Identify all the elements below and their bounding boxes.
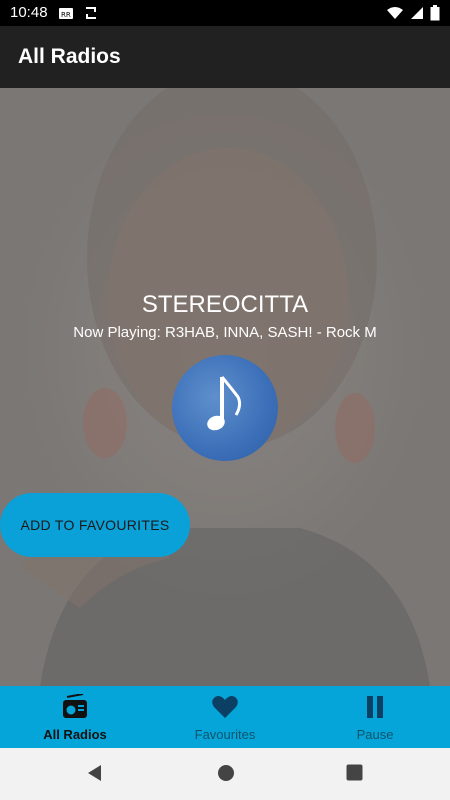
now-playing-text: Now Playing: R3HAB, INNA, SASH! - Rock M (73, 324, 377, 341)
app-bar: All Radios (0, 26, 450, 88)
nav-all-radios-label: All Radios (43, 727, 107, 742)
nav-pause[interactable]: Pause (300, 686, 450, 748)
nav-pause-label: Pause (356, 727, 394, 742)
radio-notification-icon: RR (58, 5, 74, 26)
status-bar: 10:48 RR (0, 0, 450, 26)
svg-text:RR: RR (61, 11, 71, 19)
wifi-icon (386, 6, 404, 25)
heart-icon (211, 694, 239, 725)
add-to-favourites-button[interactable]: ADD TO FAVOURITES (0, 493, 190, 557)
bottom-nav: All Radios Favourites Pause (0, 686, 450, 748)
screen: 10:48 RR All Radios STEREOCITTA Now Play… (0, 0, 450, 800)
pause-icon (361, 694, 389, 725)
sync-icon (84, 5, 98, 26)
nav-favourites[interactable]: Favourites (150, 686, 300, 748)
recents-icon[interactable] (346, 764, 363, 786)
signal-icon (410, 6, 424, 25)
station-name: STEREOCITTA (141, 291, 309, 318)
music-note-icon (207, 376, 242, 431)
status-icons (386, 5, 440, 26)
nav-all-radios[interactable]: All Radios (0, 686, 150, 748)
battery-icon (430, 5, 440, 26)
home-icon[interactable] (217, 764, 235, 787)
system-nav-bar (0, 748, 450, 800)
now-playing-panel: STEREOCITTA Now Playing: R3HAB, INNA, SA… (0, 88, 450, 686)
nav-favourites-label: Favourites (194, 727, 256, 742)
radio-icon (61, 693, 89, 725)
back-icon[interactable] (86, 764, 104, 787)
page-title: All Radios (18, 45, 121, 68)
status-time: 10:48 (10, 4, 48, 21)
play-toggle-button[interactable] (172, 355, 278, 461)
